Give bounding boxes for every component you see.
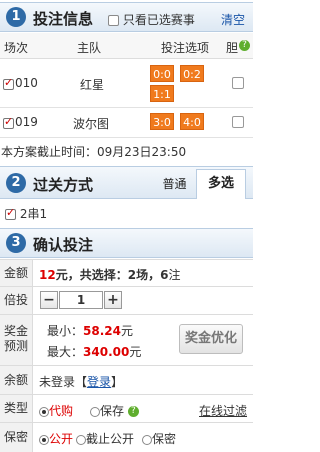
prize-label-line1: 奖金 — [3, 324, 28, 338]
multiple-row: 倍投 − 1 + — [0, 286, 253, 314]
matches-count: 2 — [127, 268, 137, 282]
odds-option[interactable]: 0:0 — [150, 65, 174, 82]
table-row: 010 红星 0:0 0:2 1:1 — [0, 60, 253, 106]
max-unit: 元 — [129, 345, 142, 359]
secrecy-cutoff-radio[interactable]: 截止公开 — [76, 430, 134, 447]
secrecy-private-radio[interactable]: 保密 — [142, 430, 176, 447]
secrecy-row: 保密 公开 截止公开 保密 — [0, 422, 253, 452]
max-value: 340.00 — [83, 345, 130, 359]
odds-option[interactable]: 4:0 — [180, 113, 204, 130]
balance-info: 未登录【登录】 — [39, 373, 123, 390]
section-3-header: 3 确认投注 — [0, 228, 253, 258]
amount-label: 金额 — [0, 260, 33, 286]
radio-icon — [76, 434, 86, 445]
table-header: 场次 主队 投注选项 胆 ? — [0, 33, 253, 59]
minus-button[interactable]: − — [40, 291, 58, 309]
section-title-pass-mode: 过关方式 — [33, 176, 94, 194]
pass-option-label: 2串1 — [19, 207, 48, 221]
section-1-header: 1 投注信息 只看已选赛事 清空 — [0, 2, 253, 32]
dan-checkbox[interactable] — [232, 77, 244, 89]
odds-option[interactable]: 3:0 — [150, 113, 174, 130]
tab-multi[interactable]: 多选 — [196, 169, 246, 199]
odds-option[interactable]: 0:2 — [180, 65, 204, 82]
multiple-input[interactable]: 1 — [59, 291, 103, 309]
prize-min: 最小：58.24元 — [47, 322, 133, 339]
min-unit: 元 — [120, 324, 133, 338]
row-divider — [0, 137, 253, 138]
plus-button[interactable]: + — [104, 291, 122, 309]
prize-max: 最大：340.00元 — [47, 343, 141, 360]
type-save-label: 保存 — [100, 404, 125, 418]
section-title-confirm: 确认投注 — [33, 236, 94, 254]
pass-option-2x1[interactable]: 2串1 — [5, 205, 47, 222]
step-number-1: 1 — [6, 7, 26, 27]
type-agent-radio[interactable]: 代购 — [39, 402, 73, 419]
bets-unit: 注 — [168, 268, 181, 282]
table-row: 019 波尔图 3:0 4:0 — [0, 108, 253, 136]
tab-normal[interactable]: 普通 — [153, 171, 196, 197]
online-filter-link[interactable]: 在线过滤 — [199, 402, 247, 419]
deadline-text: 本方案截止时间：09月23日23:50 — [1, 145, 187, 159]
only-selected-label: 只看已选赛事 — [122, 13, 195, 27]
max-label: 最大： — [47, 345, 84, 359]
type-save-radio[interactable]: 保存 ? — [90, 402, 139, 419]
prize-label: 奖金 预测 — [0, 315, 33, 365]
login-link[interactable]: 登录 — [87, 375, 111, 389]
step-number-3: 3 — [6, 233, 26, 253]
step-number-2: 2 — [6, 173, 26, 193]
row-checkbox[interactable] — [3, 76, 14, 91]
radio-icon — [142, 434, 152, 445]
optimize-button[interactable]: 奖金优化 — [179, 324, 243, 354]
row-team: 波尔图 — [73, 117, 110, 131]
prize-row: 奖金 预测 最小：58.24元 最大：340.00元 奖金优化 — [0, 314, 253, 365]
type-row: 类型 代购 保存 ? 在线过滤 — [0, 394, 253, 422]
matches-unit: 场， — [136, 268, 161, 282]
row-match-no: 019 — [15, 115, 38, 129]
amount-summary: 12元，共选择：2场，6注 — [39, 266, 180, 283]
min-label: 最小： — [47, 324, 84, 338]
prize-label-line2: 预测 — [3, 339, 28, 353]
secrecy-label: 保密 — [0, 423, 33, 452]
amount-text: 元，共选择： — [55, 268, 128, 282]
min-value: 58.24 — [83, 324, 121, 338]
odds-option[interactable]: 1:1 — [150, 85, 174, 102]
balance-label: 余额 — [0, 366, 33, 394]
balance-text: 未登录【 — [39, 375, 88, 389]
help-icon[interactable]: ? — [127, 406, 139, 417]
balance-end: 】 — [111, 375, 124, 389]
secrecy-cutoff-label: 截止公开 — [86, 432, 135, 446]
amount-value: 12 — [39, 268, 56, 282]
amount-row: 金额 12元，共选择：2场，6注 — [0, 259, 253, 286]
header-dan: 胆 — [226, 41, 239, 55]
multiple-label: 倍投 — [0, 287, 33, 314]
secrecy-public-label: 公开 — [49, 432, 74, 446]
radio-icon — [90, 406, 100, 417]
clear-link[interactable]: 清空 — [221, 11, 245, 28]
type-label: 类型 — [0, 395, 33, 422]
secrecy-private-label: 保密 — [152, 432, 177, 446]
header-home-team: 主队 — [77, 41, 102, 55]
radio-icon — [39, 434, 49, 445]
header-options: 投注选项 — [161, 41, 210, 55]
checkbox-icon — [5, 206, 16, 220]
row-match-no: 010 — [15, 76, 38, 90]
dan-checkbox[interactable] — [232, 116, 244, 128]
checkbox-icon — [108, 15, 119, 26]
section-title-bet-info: 投注信息 — [33, 10, 94, 28]
row-checkbox[interactable] — [3, 115, 14, 130]
secrecy-public-radio[interactable]: 公开 — [39, 430, 73, 447]
type-agent-label: 代购 — [49, 404, 74, 418]
row-team: 红星 — [80, 78, 105, 92]
only-selected-checkbox[interactable]: 只看已选赛事 — [108, 11, 195, 28]
balance-row: 余额 未登录【登录】 — [0, 365, 253, 394]
help-icon[interactable]: ? — [239, 40, 250, 51]
radio-icon — [39, 406, 49, 417]
header-match-no: 场次 — [4, 41, 29, 55]
